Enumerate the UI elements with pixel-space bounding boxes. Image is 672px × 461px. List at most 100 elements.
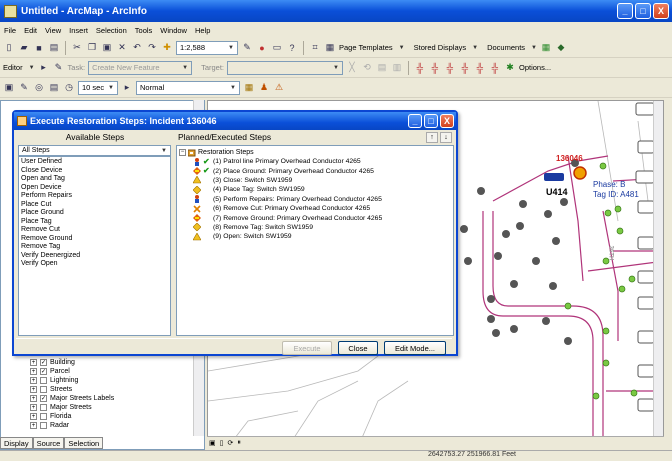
layer-checkbox[interactable]: [40, 377, 47, 384]
outage-icon[interactable]: ⚠: [273, 81, 285, 95]
list-item[interactable]: Open Device: [21, 184, 168, 193]
maximize-button[interactable]: □: [635, 3, 651, 19]
menu-tools[interactable]: Tools: [135, 26, 153, 35]
table-icon[interactable]: ▦: [243, 81, 255, 95]
refresh-icon[interactable]: ▤: [48, 81, 60, 95]
trace-upstream-icon[interactable]: ╬: [414, 61, 426, 75]
identify-icon[interactable]: ◆: [555, 41, 567, 55]
tree-step[interactable]: (4) Place Tag: Switch SW1959: [179, 185, 453, 194]
grid-icon[interactable]: ▦: [540, 41, 552, 55]
page-templates-menu[interactable]: Page Templates: [339, 43, 393, 52]
tree-step[interactable]: (3) Close: Switch SW1959: [179, 176, 453, 185]
pause-icon[interactable]: ⏸: [237, 439, 241, 447]
map-icon[interactable]: ▣: [3, 81, 15, 95]
tree-step[interactable]: ✔ (1) Patrol line Primary Overhead Conduc…: [179, 157, 453, 166]
menu-insert[interactable]: Insert: [69, 26, 88, 35]
list-item[interactable]: Verify Deenergized: [21, 252, 168, 261]
close-button[interactable]: X: [653, 3, 669, 19]
layer-row[interactable]: + ✓ Building: [30, 358, 200, 367]
edit-mode-button[interactable]: Edit Mode...: [384, 341, 446, 355]
editor-toolbar-icon[interactable]: ✎: [241, 41, 253, 55]
tab-selection[interactable]: Selection: [64, 437, 104, 449]
attributes-icon[interactable]: ▤: [376, 61, 388, 75]
cut-icon[interactable]: ✂: [71, 41, 83, 55]
add-data-icon[interactable]: ✚: [161, 41, 173, 55]
move-up-button[interactable]: ↑: [426, 132, 438, 143]
dialog-minimize-button[interactable]: _: [408, 114, 422, 128]
redo-icon[interactable]: ↷: [146, 41, 158, 55]
print-icon[interactable]: ▤: [48, 41, 60, 55]
interval-combo[interactable]: 10 sec ▼: [78, 80, 118, 95]
task-combo[interactable]: Create New Feature ▼: [88, 60, 193, 75]
list-item[interactable]: Remove Cut: [21, 226, 168, 235]
list-item[interactable]: Perform Repairs: [21, 192, 168, 201]
layer-checkbox[interactable]: ✓: [40, 395, 47, 402]
menu-window[interactable]: Window: [160, 26, 187, 35]
paste-icon[interactable]: ▣: [101, 41, 113, 55]
layer-row[interactable]: + ✓ Major Streets Labels: [30, 394, 200, 403]
layer-checkbox[interactable]: [40, 404, 47, 411]
gps-icon[interactable]: ◎: [33, 81, 45, 95]
refresh-view-icon[interactable]: ⟳: [227, 439, 233, 447]
tab-source[interactable]: Source: [32, 437, 65, 449]
target-combo[interactable]: ▼: [227, 60, 343, 75]
mode-combo[interactable]: Normal ▼: [136, 80, 240, 95]
list-item[interactable]: Place Cut: [21, 201, 168, 210]
crew-icon[interactable]: ♟: [258, 81, 270, 95]
split-icon[interactable]: ╳: [346, 61, 358, 75]
whats-this-icon[interactable]: ?: [286, 41, 298, 55]
layer-checkbox[interactable]: [40, 413, 47, 420]
delete-icon[interactable]: ✕: [116, 41, 128, 55]
list-item[interactable]: Close Device: [21, 167, 168, 176]
crew-truck-icon[interactable]: [544, 173, 564, 181]
layer-row[interactable]: + Florida: [30, 412, 200, 421]
dialog-maximize-button[interactable]: □: [424, 114, 438, 128]
menu-file[interactable]: File: [4, 26, 16, 35]
sketch-tool-icon[interactable]: ✎: [53, 61, 65, 75]
layer-row[interactable]: + Radar: [30, 421, 200, 430]
layer-checkbox[interactable]: ✓: [40, 359, 47, 366]
tab-display[interactable]: Display: [0, 437, 33, 449]
new-document-icon[interactable]: ▯: [3, 41, 15, 55]
list-item[interactable]: User Defined: [21, 158, 168, 167]
tree-root[interactable]: − Restoration Steps: [179, 148, 453, 157]
trace-isolate-icon[interactable]: ╬: [444, 61, 456, 75]
editor-menu[interactable]: Editor: [3, 63, 23, 72]
trace-connected-icon[interactable]: ╬: [459, 61, 471, 75]
list-item[interactable]: Open and Tag: [21, 175, 168, 184]
trace-downstream-icon[interactable]: ╬: [429, 61, 441, 75]
list-item[interactable]: Verify Open: [21, 260, 168, 269]
list-item[interactable]: Place Tag: [21, 218, 168, 227]
command-line-icon[interactable]: ▭: [271, 41, 283, 55]
layer-checkbox[interactable]: ✓: [40, 368, 47, 375]
sketch-props-icon[interactable]: ▥: [391, 61, 403, 75]
list-item[interactable]: Remove Tag: [21, 243, 168, 252]
options-button[interactable]: Options...: [519, 63, 551, 72]
menu-view[interactable]: View: [45, 26, 61, 35]
layer-checkbox[interactable]: [40, 386, 47, 393]
list-item[interactable]: Remove Ground: [21, 235, 168, 244]
layer-row[interactable]: + Major Streets: [30, 403, 200, 412]
save-icon[interactable]: ■: [33, 41, 45, 55]
dialog-close-button[interactable]: X: [440, 114, 454, 128]
layout-icon[interactable]: ⌗: [309, 41, 321, 55]
layer-checkbox[interactable]: [40, 422, 47, 429]
collapse-icon[interactable]: −: [179, 149, 186, 156]
menu-edit[interactable]: Edit: [24, 26, 37, 35]
arctoolbox-icon[interactable]: ●: [256, 41, 268, 55]
layer-row[interactable]: + Lightning: [30, 376, 200, 385]
list-item[interactable]: Place Ground: [21, 209, 168, 218]
steps-filter-select[interactable]: All Steps ▼: [18, 145, 171, 156]
documents-menu[interactable]: Documents: [487, 43, 525, 52]
tree-step[interactable]: (7) Remove Ground: Primary Overhead Cond…: [179, 213, 453, 223]
map-scrollbar[interactable]: [653, 101, 663, 445]
minimize-button[interactable]: _: [617, 3, 633, 19]
tree-step[interactable]: ✔ (2) Place Ground: Primary Overhead Cond…: [179, 166, 453, 176]
trace-find-icon[interactable]: ╬: [489, 61, 501, 75]
scale-combo[interactable]: 1:2,588 ▼: [176, 40, 238, 55]
tree-step[interactable]: (8) Remove Tag: Switch SW1959: [179, 223, 453, 232]
layout-view-icon[interactable]: ▯: [220, 439, 224, 447]
tree-step[interactable]: (9) Open: Switch SW1959: [179, 232, 453, 241]
timer-icon[interactable]: ◷: [63, 81, 75, 95]
trace-loops-icon[interactable]: ╬: [474, 61, 486, 75]
